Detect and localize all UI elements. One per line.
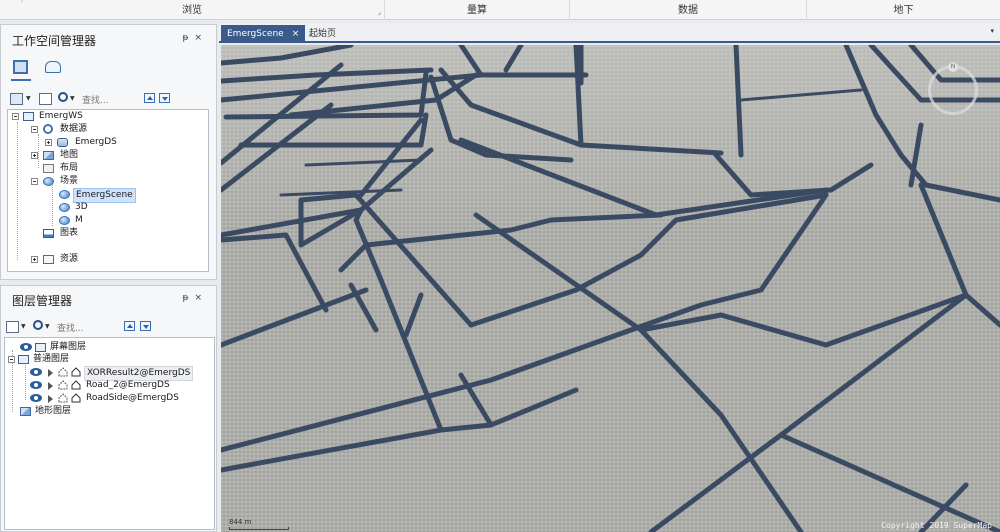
layer-manager-panel: 图层管理器 ᵽ× ▼ ▼ 查找... 屏幕图层 普通图层 XORResult2@… (0, 285, 217, 532)
scale-bar: 844 m (229, 518, 289, 530)
move-up-button[interactable] (144, 93, 155, 103)
search-icon[interactable] (58, 92, 68, 102)
close-icon[interactable]: × (194, 33, 208, 43)
expand-icon[interactable] (31, 256, 38, 263)
ribbon-group-label: 量算 (467, 5, 487, 16)
ribbon-group-browse[interactable]: 浏览 ⌟ (0, 0, 385, 20)
collapse-icon[interactable] (12, 113, 19, 120)
normal-layer-icon (18, 355, 29, 364)
scene-globe-icon (59, 190, 70, 199)
pin-icon[interactable]: ᵽ (182, 293, 194, 303)
layout-icon (43, 164, 54, 173)
ribbon-group-label: 地下 (893, 5, 914, 16)
visibility-eye-icon[interactable] (30, 381, 42, 389)
scene-icon (43, 177, 54, 186)
datasource-icon (43, 124, 53, 134)
workspace-tree: EmergWS 数据源 EmergDS 地图 布局 场景 EmergScene … (7, 109, 209, 272)
chevron-down-icon[interactable]: ▼ (45, 323, 50, 330)
tab-start-page[interactable]: 起始页 (303, 25, 342, 43)
ribbon-group-label: 浏览 (182, 5, 202, 16)
visibility-eye-icon[interactable] (30, 368, 42, 376)
copyright-text: Copyright 2019 SuperMap (881, 521, 992, 530)
close-tab-icon[interactable]: × (292, 29, 300, 39)
terrain-layer-icon (20, 407, 31, 416)
chevron-down-icon[interactable]: ▼ (26, 95, 31, 102)
north-indicator-icon: N (948, 62, 958, 72)
chart-icon (43, 229, 54, 238)
search-input[interactable]: 查找... (57, 321, 84, 334)
move-down-button[interactable] (140, 321, 151, 331)
layer-tree: 屏幕图层 普通图层 XORResult2@EmergDS Road_2@Emer… (4, 337, 215, 530)
scene-road-network (221, 45, 1000, 532)
scene-globe-icon (59, 216, 70, 225)
scene-globe-icon (59, 203, 70, 212)
layer-toolbar: ▼ ▼ 查找... (6, 319, 206, 335)
scene-viewport[interactable]: N 844 m Copyright 2019 SuperMap (221, 45, 1000, 532)
collapse-icon[interactable] (31, 126, 38, 133)
document-tab-bar: EmergScene × 起始页 ▾ (219, 23, 1000, 43)
visibility-eye-icon[interactable] (20, 343, 32, 351)
panel-title: 工作空间管理器 (12, 34, 97, 48)
region-layer-icon (71, 380, 81, 390)
tool-underline (11, 79, 31, 81)
search-input[interactable]: 查找... (82, 93, 109, 106)
chevron-down-icon[interactable]: ▼ (70, 95, 75, 102)
layer-style-icon[interactable] (6, 321, 19, 333)
open-workspace-icon[interactable] (10, 93, 23, 105)
collapse-icon[interactable] (8, 356, 15, 363)
map-icon (43, 151, 54, 160)
selectable-arrow-icon[interactable] (48, 369, 53, 377)
dialog-launcher-icon[interactable]: ⌟ (378, 1, 381, 23)
chevron-down-icon[interactable]: ▼ (21, 323, 26, 330)
move-down-button[interactable] (159, 93, 170, 103)
workspace-manager-panel: 工作空间管理器 ᵽ× ▼ ▼ 查找... EmergWS 数据源 EmergDS… (0, 24, 217, 280)
compass-ring[interactable]: N (928, 62, 978, 115)
region-layer-icon (71, 393, 81, 403)
selectable-arrow-icon[interactable] (48, 395, 53, 403)
ribbon-group-underground[interactable]: 地下 (807, 0, 1000, 20)
region-layer-icon (71, 367, 81, 377)
online-storage-icon[interactable] (45, 61, 61, 73)
search-icon[interactable] (33, 320, 43, 330)
visibility-eye-icon[interactable] (30, 394, 42, 402)
resources-icon (43, 255, 54, 264)
panel-title: 图层管理器 (12, 294, 73, 308)
collapse-icon[interactable] (31, 178, 38, 185)
expand-icon[interactable] (31, 152, 38, 159)
database-icon (57, 138, 68, 147)
screen-layer-icon (35, 343, 46, 352)
editable-icon[interactable] (58, 367, 68, 377)
editable-icon[interactable] (58, 393, 68, 403)
new-document-icon[interactable] (39, 93, 52, 105)
tab-emergscene[interactable]: EmergScene × (221, 25, 306, 43)
expand-icon[interactable] (45, 139, 52, 146)
editable-icon[interactable] (58, 380, 68, 390)
scale-text: 844 m (229, 518, 252, 526)
close-icon[interactable]: × (194, 293, 208, 303)
pin-icon[interactable]: ᵽ (182, 33, 194, 43)
ribbon-group-measure[interactable]: 量算 (385, 0, 570, 20)
move-up-button[interactable] (124, 321, 135, 331)
workspace-toolbar: ▼ ▼ 查找... (10, 91, 210, 107)
ribbon-group-strip: ˙ 浏览 ⌟ 量算 数据 地下 (0, 0, 1000, 20)
workspace-icon (23, 112, 34, 121)
ribbon-group-data[interactable]: 数据 (570, 0, 807, 20)
workspace-view-icon[interactable] (13, 60, 28, 74)
tab-list-dropdown-icon[interactable]: ▾ (990, 27, 994, 35)
selectable-arrow-icon[interactable] (48, 382, 53, 390)
ribbon-group-label: 数据 (678, 5, 698, 16)
